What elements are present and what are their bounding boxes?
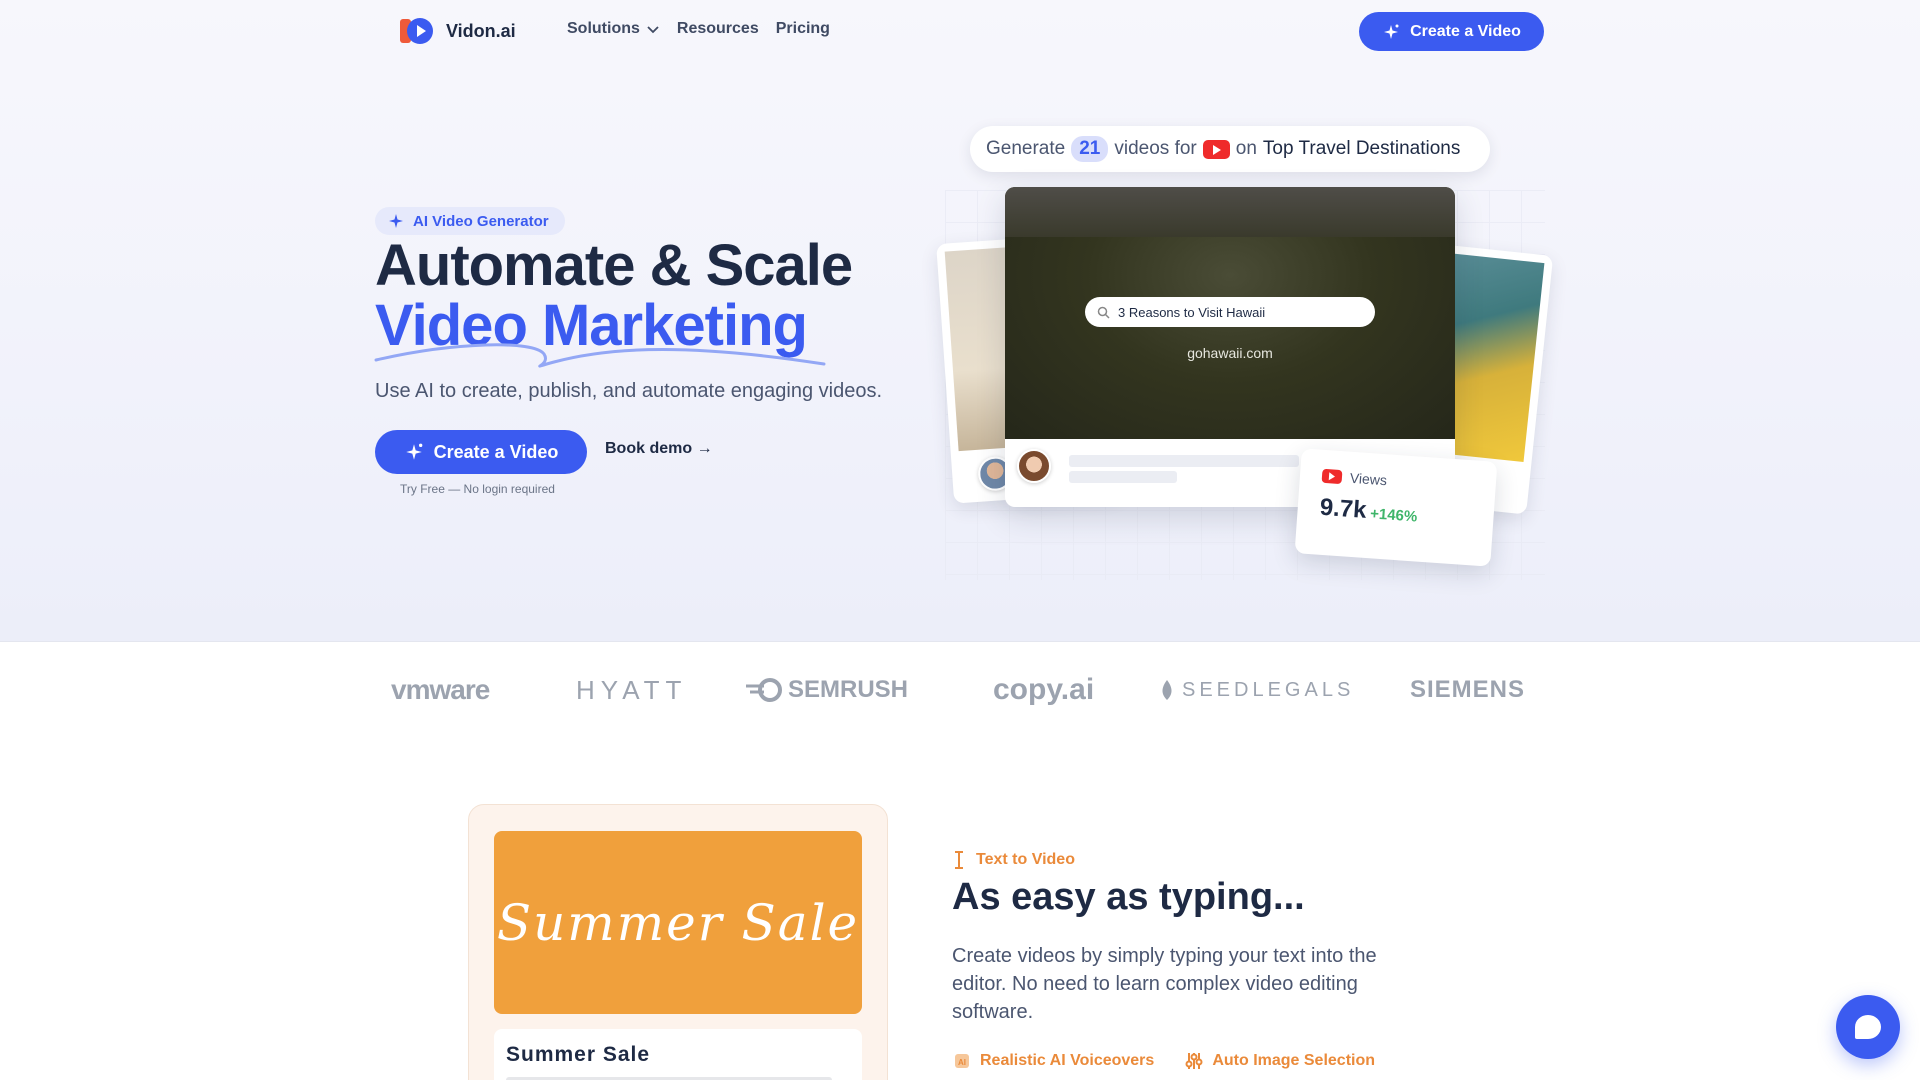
thumbnail-sky [1005, 187, 1455, 237]
feature-body: Create videos by simply typing your text… [952, 945, 1377, 1023]
feature-tag-label: Text to Video [976, 851, 1075, 868]
search-text: 3 Reasons to Visit Hawaii [1118, 304, 1266, 320]
logo-hyatt: HYATT [576, 674, 688, 705]
nav-resources[interactable]: Resources [677, 20, 759, 38]
feature-tag: Text to Video [952, 850, 1075, 870]
tag-label: AI Video Generator [413, 212, 549, 230]
views-label-row: Views [1321, 468, 1474, 495]
seedlegals-label: SEEDLEGALS [1182, 678, 1355, 701]
views-stat-card: Views 9.7k +146% [1294, 448, 1498, 567]
gen-on: on [1235, 138, 1257, 159]
placeholder-bar [1069, 455, 1299, 467]
underline-squiggle [374, 343, 826, 368]
header-cta-label: Create a Video [1410, 22, 1521, 40]
youtube-icon [1321, 468, 1343, 485]
chip-voiceovers: AI Realistic AI Voiceovers [952, 1051, 1154, 1071]
chip-voiceovers-label: Realistic AI Voiceovers [980, 1052, 1155, 1069]
semrush-icon [746, 678, 782, 702]
ai-video-generator-tag: AI Video Generator [375, 207, 565, 235]
sparkle-icon [405, 443, 422, 460]
gen-middle: videos for [1114, 138, 1197, 159]
doc-title: Summer Sale [506, 1043, 651, 1066]
placeholder-bar [1069, 471, 1177, 483]
nav-links: Solutions Resources Pricing [567, 20, 830, 38]
nav-solutions[interactable]: Solutions [567, 20, 660, 38]
chip-image-selection-label: Auto Image Selection [1212, 1052, 1376, 1069]
search-icon [1097, 306, 1110, 319]
vidon-logo-icon [400, 18, 433, 44]
ai-chip-icon: AI [955, 1054, 969, 1068]
chip-image-selection: Auto Image Selection [1184, 1051, 1375, 1071]
seed-icon [1162, 680, 1172, 700]
customer-logos: vmware HYATT SEMRUSH copy.ai SEEDLEGALS … [0, 666, 1920, 718]
text-cursor-icon [955, 851, 963, 869]
chat-launcher-button[interactable] [1836, 995, 1900, 1059]
gen-count: 21 [1071, 136, 1109, 162]
logo-vmware: vmware [391, 674, 490, 705]
logo-copyai: copy.ai [993, 673, 1095, 706]
book-demo-link[interactable]: Book demo → [605, 440, 713, 458]
hero-title-line1: Automate & Scale [375, 233, 853, 298]
summer-sale-banner: Summer Sale [494, 831, 862, 1014]
gen-prefix: Generate [986, 138, 1066, 159]
hero-subtitle: Use AI to create, publish, and automate … [375, 380, 883, 402]
views-value-row: 9.7k +146% [1319, 494, 1473, 533]
views-value: 9.7k [1318, 493, 1368, 524]
try-free-note: Try Free — No login required [400, 482, 555, 496]
youtube-icon [1202, 139, 1230, 159]
hawaii-thumbnail: 3 Reasons to Visit Hawaii gohawaii.com [1005, 187, 1455, 439]
nav-pricing[interactable]: Pricing [776, 20, 830, 38]
hero-cta-label: Create a Video [433, 441, 559, 462]
chat-icon [1855, 1015, 1881, 1039]
brand-name: Vidon.ai [446, 20, 516, 41]
semrush-label: SEMRUSH [788, 676, 909, 703]
site-url: gohawaii.com [1187, 345, 1273, 361]
generate-pill: Generate 21 videos for on Top Travel Des… [970, 126, 1490, 172]
sparkle-icon [389, 214, 403, 228]
sliders-icon [1185, 1053, 1203, 1069]
editor-doc: Summer Sale [494, 1029, 862, 1080]
gen-topic: Top Travel Destinations [1262, 138, 1461, 159]
header-create-video-button[interactable]: Create a Video [1359, 12, 1544, 51]
nav-solutions-label: Solutions [567, 20, 640, 37]
views-label: Views [1349, 469, 1388, 489]
top-nav: Vidon.ai Solutions Resources Pricing Cre… [0, 0, 1920, 62]
avatar [1017, 449, 1051, 483]
text-to-video-preview: Summer Sale Summer Sale [468, 804, 888, 1080]
feature-chips: AI Realistic AI Voiceovers Auto Image Se… [952, 1051, 1375, 1071]
logo-seedlegals: SEEDLEGALS [1160, 666, 1354, 714]
logo-semrush: SEMRUSH [744, 666, 908, 714]
logo-siemens: SIEMENS [1410, 676, 1526, 703]
hero-create-video-button[interactable]: Create a Video [375, 430, 587, 474]
chevron-down-icon [647, 26, 659, 34]
svg-text:AI: AI [958, 1058, 966, 1067]
sparkle-icon [1384, 24, 1399, 39]
video-title-search: 3 Reasons to Visit Hawaii [1085, 297, 1375, 327]
views-change: +146% [1369, 505, 1418, 526]
feature-title: As easy as typing... [952, 876, 1305, 918]
brand-logo[interactable]: Vidon.ai [398, 16, 516, 46]
